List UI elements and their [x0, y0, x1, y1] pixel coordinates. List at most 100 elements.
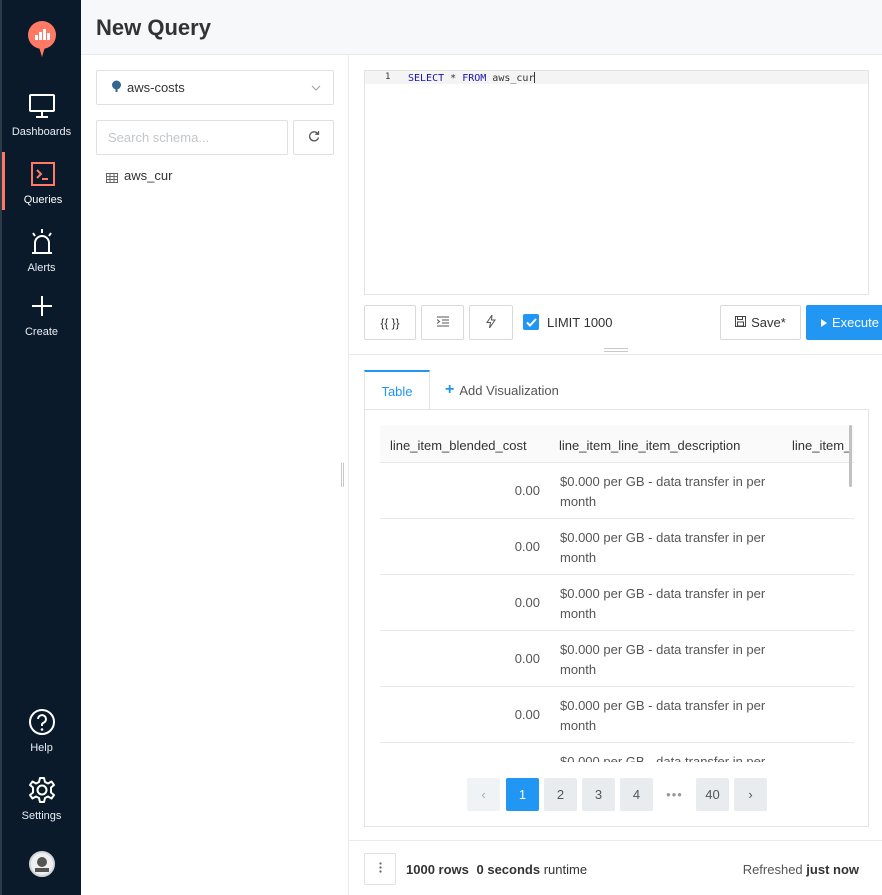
page-number: 40 — [705, 787, 720, 802]
nav-dashboards[interactable]: Dashboards — [2, 92, 81, 152]
nav-queries-label: Queries — [23, 194, 63, 206]
schema-table-item[interactable]: aws_cur — [106, 168, 172, 183]
editor-resize-handle[interactable] — [604, 348, 628, 352]
schema-table-name: aws_cur — [124, 168, 173, 183]
save-button[interactable]: Save* — [720, 305, 801, 340]
add-visualization-label: Add Visualization — [459, 382, 559, 398]
execute-button[interactable]: Execute — [806, 305, 882, 340]
postgres-icon — [111, 80, 122, 95]
column-header[interactable]: line_item_blended_cost — [390, 438, 527, 453]
line-number: 1 — [385, 72, 391, 82]
description-cell: $0.000 per GB - data transfer in per mon… — [560, 586, 766, 621]
keyword-from: FROM — [462, 73, 487, 84]
nav-queries[interactable]: Queries — [2, 152, 81, 210]
indent-icon — [436, 316, 449, 330]
format-query-button[interactable] — [421, 305, 464, 340]
vertical-scrollbar[interactable] — [849, 425, 852, 487]
page-2-button[interactable]: 2 — [544, 778, 577, 811]
query-table: aws_cur — [486, 73, 535, 84]
description-cell: $0.000 per GB - data transfer in per mon… — [560, 754, 766, 762]
table-row: 0.00 $0.000 per GB - data transfer in pe… — [380, 463, 854, 519]
page-3-button[interactable]: 3 — [582, 778, 615, 811]
autocomplete-toggle-button[interactable] — [469, 305, 513, 340]
description-cell: $0.000 per GB - data transfer in per mon… — [560, 474, 766, 509]
chevron-down-icon — [311, 81, 321, 91]
save-label: Save* — [751, 315, 786, 330]
page-40-button[interactable]: 40 — [696, 778, 729, 811]
save-icon — [735, 315, 747, 330]
cost-cell: 0.00 — [514, 595, 540, 610]
chevron-right-icon: › — [748, 787, 753, 802]
more-actions-button[interactable] — [364, 853, 396, 885]
page-1-button[interactable]: 1 — [506, 778, 539, 811]
runtime-label: runtime — [540, 862, 588, 877]
datasource-value: aws-costs — [127, 80, 185, 95]
limit-checkbox[interactable]: LIMIT 1000 — [523, 314, 613, 330]
terminal-icon — [29, 160, 57, 188]
page-header: New Query — [81, 0, 882, 55]
page-number: 1 — [518, 787, 527, 802]
column-header[interactable]: line_item_ — [792, 438, 851, 453]
refresh-schema-button[interactable] — [293, 120, 334, 155]
nav-settings[interactable]: Settings — [2, 776, 81, 836]
keyword-select: SELECT — [408, 73, 445, 84]
tab-table[interactable]: Table — [364, 370, 430, 410]
schema-search-input[interactable] — [96, 120, 288, 155]
add-visualization-tab[interactable]: + Add Visualization — [445, 370, 559, 410]
nav-alerts[interactable]: Alerts — [2, 228, 81, 288]
column-header[interactable]: line_item_line_item_description — [559, 438, 740, 453]
page-number: 3 — [594, 787, 603, 802]
more-pages-ellipsis[interactable]: ••• — [658, 778, 691, 811]
nav-alerts-label: Alerts — [27, 262, 56, 274]
next-page-button[interactable]: › — [734, 778, 767, 811]
plus-icon — [28, 292, 56, 320]
description-cell: $0.000 per GB - data transfer in per mon… — [560, 698, 766, 733]
panel-resize-handle[interactable] — [341, 463, 344, 487]
nav-settings-label: Settings — [21, 810, 62, 822]
datasource-select[interactable]: aws-costs — [96, 70, 334, 105]
refresh-icon — [308, 129, 320, 147]
cost-cell: 0.00 — [514, 651, 540, 666]
prev-page-button[interactable]: ‹ — [467, 778, 500, 811]
table-header: line_item_blended_cost line_item_line_it… — [380, 425, 854, 463]
nav-create[interactable]: Create — [2, 292, 81, 352]
ellipsis-icon: ••• — [666, 787, 683, 802]
plus-icon: + — [445, 381, 455, 398]
results-panel: line_item_blended_cost line_item_line_it… — [364, 409, 869, 827]
refreshed-value: just now — [806, 862, 859, 877]
help-icon — [28, 708, 56, 736]
lightning-icon — [486, 314, 496, 331]
refreshed-status: Refreshed just now — [743, 862, 859, 877]
gear-icon — [28, 776, 56, 804]
nav-create-label: Create — [24, 326, 59, 338]
table-row: 0.00 $0.000 per GB - data transfer in pe… — [380, 687, 854, 743]
execute-label: Execute — [832, 315, 879, 330]
alarm-icon — [28, 228, 56, 256]
table-row: 0.00 $0.000 per GB - data transfer in pe… — [380, 575, 854, 631]
schema-panel: aws-costs aws_cur — [81, 55, 349, 895]
page-number: 2 — [556, 787, 565, 802]
result-stats: 1000 rows 0 seconds runtime — [406, 862, 587, 877]
add-parameter-button[interactable]: {{ }} — [364, 305, 416, 340]
text-cursor — [534, 72, 536, 83]
table-row: $0.000 per GB - data transfer in per mon… — [380, 743, 854, 762]
cost-cell: 0.00 — [514, 483, 540, 498]
nav-help[interactable]: Help — [2, 708, 81, 768]
result-tabs: Table + Add Visualization — [364, 370, 869, 410]
params-label: {{ }} — [380, 315, 400, 330]
redash-logo[interactable] — [26, 20, 58, 60]
play-icon — [821, 315, 827, 330]
page-title: New Query — [96, 15, 211, 40]
query-footer: 1000 rows 0 seconds runtime Refreshed ju… — [349, 840, 882, 895]
description-cell: $0.000 per GB - data transfer in per mon… — [560, 642, 766, 677]
limit-label: LIMIT 1000 — [547, 314, 613, 330]
description-cell: $0.000 per GB - data transfer in per mon… — [560, 530, 766, 565]
runtime-value: 0 seconds — [476, 862, 541, 877]
page-4-button[interactable]: 4 — [620, 778, 653, 811]
query-editor[interactable]: 1 SELECT * FROM aws_cur — [364, 70, 869, 295]
query-text[interactable]: SELECT * FROM aws_cur — [408, 72, 536, 84]
divider — [349, 354, 882, 355]
table-row: 0.00 $0.000 per GB - data transfer in pe… — [380, 631, 854, 687]
user-avatar[interactable] — [29, 851, 55, 877]
nav-dashboards-label: Dashboards — [11, 126, 72, 138]
